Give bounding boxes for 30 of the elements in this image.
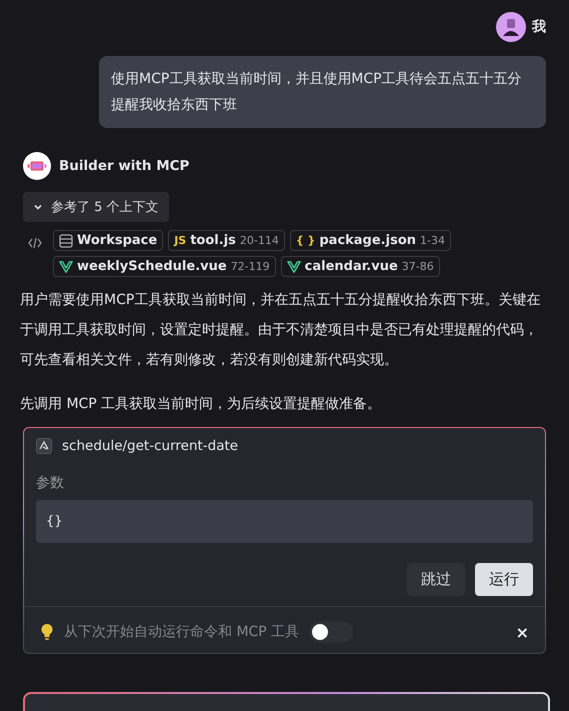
file-chip[interactable]: { } package.json 1-34	[290, 230, 451, 251]
tool-icon	[36, 438, 52, 454]
skip-button[interactable]: 跳过	[407, 563, 465, 596]
auto-run-label: 从下次开始自动运行命令和 MCP 工具	[64, 623, 300, 641]
params-field[interactable]: {}	[36, 500, 533, 543]
lightbulb-icon	[40, 623, 54, 641]
context-toggle[interactable]: 参考了 5 个上下文	[23, 192, 169, 222]
close-icon[interactable]: ×	[516, 622, 529, 642]
tool-name: schedule/get-current-date	[62, 438, 238, 454]
database-icon	[59, 234, 73, 248]
assistant-text: 用户需要使用MCP工具获取当前时间，并在五点五十五分提醒收拾东西下班。关键在于调用工具获取时间，设置定时提醒。由于不清楚项目中是否已有处理提醒的代码，可先查看相关文件，若有则修改，若没有则创建新代码实现。	[20, 291, 542, 370]
params-label: 参数	[36, 474, 65, 492]
file-chip[interactable]: JS tool.js 20-114	[168, 230, 285, 251]
braces-icon: { }	[296, 234, 316, 247]
file-chip[interactable]: Workspace	[53, 230, 164, 251]
assistant-name: Builder with MCP	[59, 158, 190, 174]
vue-icon	[59, 260, 73, 274]
assistant-text: 先调用 MCP 工具获取当前时间，为后续设置提醒做准备。	[20, 395, 382, 414]
run-button[interactable]: 运行	[475, 563, 533, 596]
chevron-icon	[33, 202, 43, 212]
user-name: 我	[532, 18, 546, 36]
js-icon: JS	[174, 234, 186, 247]
vue-icon	[286, 260, 301, 274]
code-icon	[28, 237, 42, 249]
avatar-icon	[496, 12, 526, 42]
bot-logo-icon	[23, 152, 51, 180]
file-chip[interactable]: weeklySchedule.vue 72-119	[53, 256, 276, 277]
user-message: 使用MCP工具获取当前时间，并且使用MCP工具待会五点五十五分提醒我收拾东西下班	[99, 56, 546, 128]
file-chip[interactable]: calendar.vue 37-86	[280, 256, 440, 277]
auto-run-toggle[interactable]	[309, 621, 354, 643]
